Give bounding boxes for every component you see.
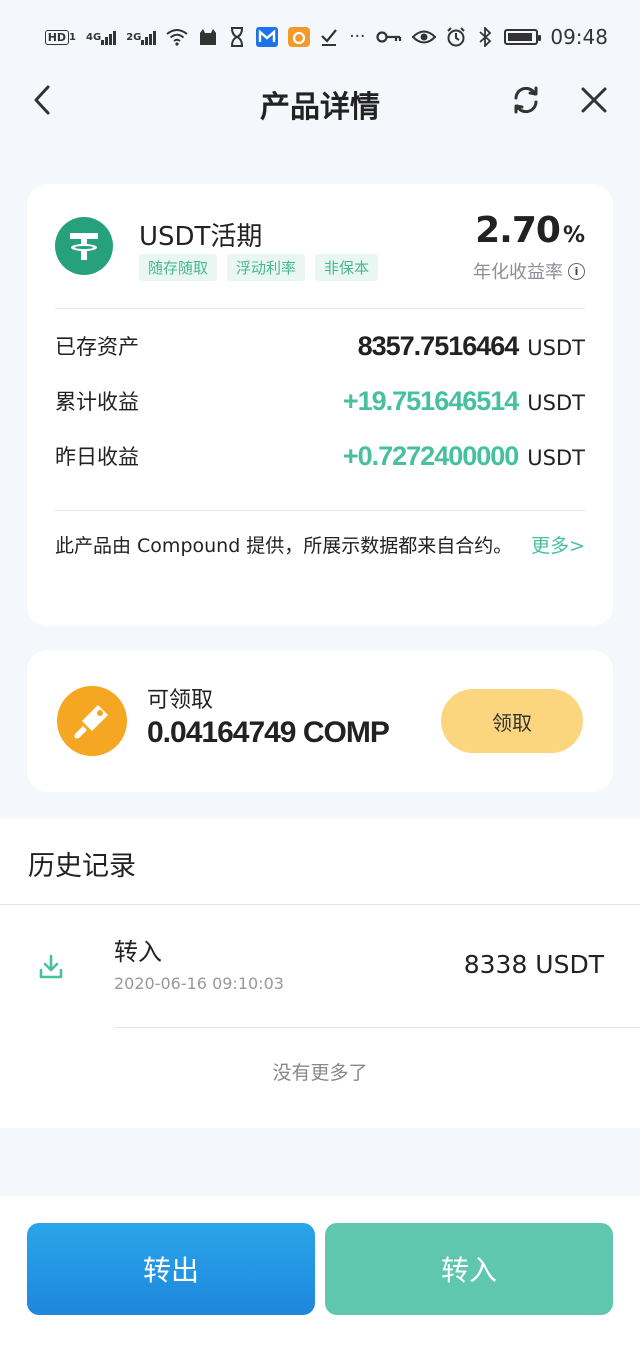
sim-slot-label: 1 xyxy=(69,31,77,43)
claim-value: 0.04164749 COMP xyxy=(147,716,390,749)
refresh-button[interactable] xyxy=(506,80,546,120)
claim-label: 可领取 xyxy=(147,688,214,713)
network-2g-label: 2G xyxy=(126,31,142,43)
annual-rate-label[interactable]: 年化收益率 i xyxy=(473,258,585,284)
alarm-icon xyxy=(446,27,466,47)
key-icon xyxy=(376,27,402,47)
status-bar: HD 1 4G 2G ··· 09:48 xyxy=(0,0,640,74)
transfer-in-button[interactable]: 转入 xyxy=(325,1223,613,1315)
product-note: 此产品由 Compound 提供，所展示数据都来自合约。 xyxy=(55,535,513,557)
stat-label: 累计收益 xyxy=(55,390,139,414)
tag-flexible: 随存随取 xyxy=(139,254,218,281)
annual-rate-unit: % xyxy=(562,223,585,248)
hourglass-icon xyxy=(228,27,246,47)
annual-rate-label-text: 年化收益率 xyxy=(473,262,563,283)
record-amount: 8338 USDT xyxy=(463,950,604,979)
card-divider xyxy=(55,510,585,511)
eye-icon xyxy=(412,27,437,47)
network-4g-label: 4G xyxy=(86,31,102,43)
comp-logo-icon xyxy=(57,686,127,756)
stat-row-total-earnings: 累计收益 +19.751646514 USDT xyxy=(55,381,585,421)
card-divider xyxy=(55,308,585,309)
stat-value: +19.751646514 xyxy=(342,385,519,416)
signal-2g-icon: 2G xyxy=(126,27,157,47)
product-name: USDT活期 xyxy=(139,222,263,252)
app-header: 产品详情 xyxy=(0,74,640,128)
stat-label: 昨日收益 xyxy=(55,445,139,469)
bluetooth-icon xyxy=(476,27,494,47)
list-end-text: 没有更多了 xyxy=(272,1062,368,1084)
tag-not-guaranteed: 非保本 xyxy=(315,254,379,281)
stat-row-yesterday-earnings: 昨日收益 +0.7272400000 USDT xyxy=(55,436,585,476)
hd-label: HD xyxy=(44,29,70,45)
status-time: 09:48 xyxy=(550,25,608,49)
record-type: 转入 xyxy=(114,938,162,966)
info-icon[interactable]: i xyxy=(568,262,585,280)
stat-unit: USDT xyxy=(527,335,585,360)
stat-value: +0.7272400000 xyxy=(342,440,519,471)
transfer-out-button[interactable]: 转出 xyxy=(27,1223,315,1315)
download-icon xyxy=(39,954,63,979)
claim-card: 可领取 0.04164749 COMP 领取 xyxy=(27,650,613,792)
refresh-icon xyxy=(514,86,538,114)
annual-rate: 2.70 % xyxy=(475,210,585,251)
stat-value: 8357.7516464 xyxy=(357,330,520,361)
tether-logo-icon xyxy=(55,217,113,275)
stat-row-deposited: 已存资产 8357.7516464 USDT xyxy=(55,326,585,366)
history-title: 历史记录 xyxy=(28,851,136,882)
record-divider xyxy=(114,1027,640,1028)
history-section: 历史记录 转入 2020-06-16 09:10:03 8338 USDT 没有… xyxy=(0,818,640,1128)
record-time: 2020-06-16 09:10:03 xyxy=(114,974,284,993)
more-link[interactable]: 更多> xyxy=(531,530,585,563)
bottom-action-bar: 转出 转入 xyxy=(0,1196,640,1369)
history-divider xyxy=(0,904,640,905)
uc-browser-icon xyxy=(288,27,311,47)
claim-button[interactable]: 领取 xyxy=(441,689,583,753)
status-icons: HD 1 4G 2G ··· xyxy=(44,27,542,47)
close-icon xyxy=(581,87,607,113)
close-button[interactable] xyxy=(574,80,614,120)
annual-rate-value: 2.70 xyxy=(475,210,561,251)
gmail-icon xyxy=(256,27,279,47)
stat-label: 已存资产 xyxy=(55,335,139,359)
stat-unit: USDT xyxy=(527,390,585,415)
signal-4g-icon: 4G xyxy=(86,27,117,47)
product-card: USDT活期 随存随取 浮动利率 非保本 2.70 % 年化收益率 i 已存资产… xyxy=(27,184,613,626)
stat-unit: USDT xyxy=(527,445,585,470)
wifi-icon xyxy=(166,27,188,47)
cat-app-icon xyxy=(198,27,218,47)
battery-icon xyxy=(504,27,542,47)
product-tags: 随存随取 浮动利率 非保本 xyxy=(139,254,379,281)
more-icon: ··· xyxy=(349,27,366,47)
tag-floating-rate: 浮动利率 xyxy=(227,254,306,281)
hd-icon: HD 1 xyxy=(44,27,77,47)
check-icon xyxy=(320,27,338,47)
